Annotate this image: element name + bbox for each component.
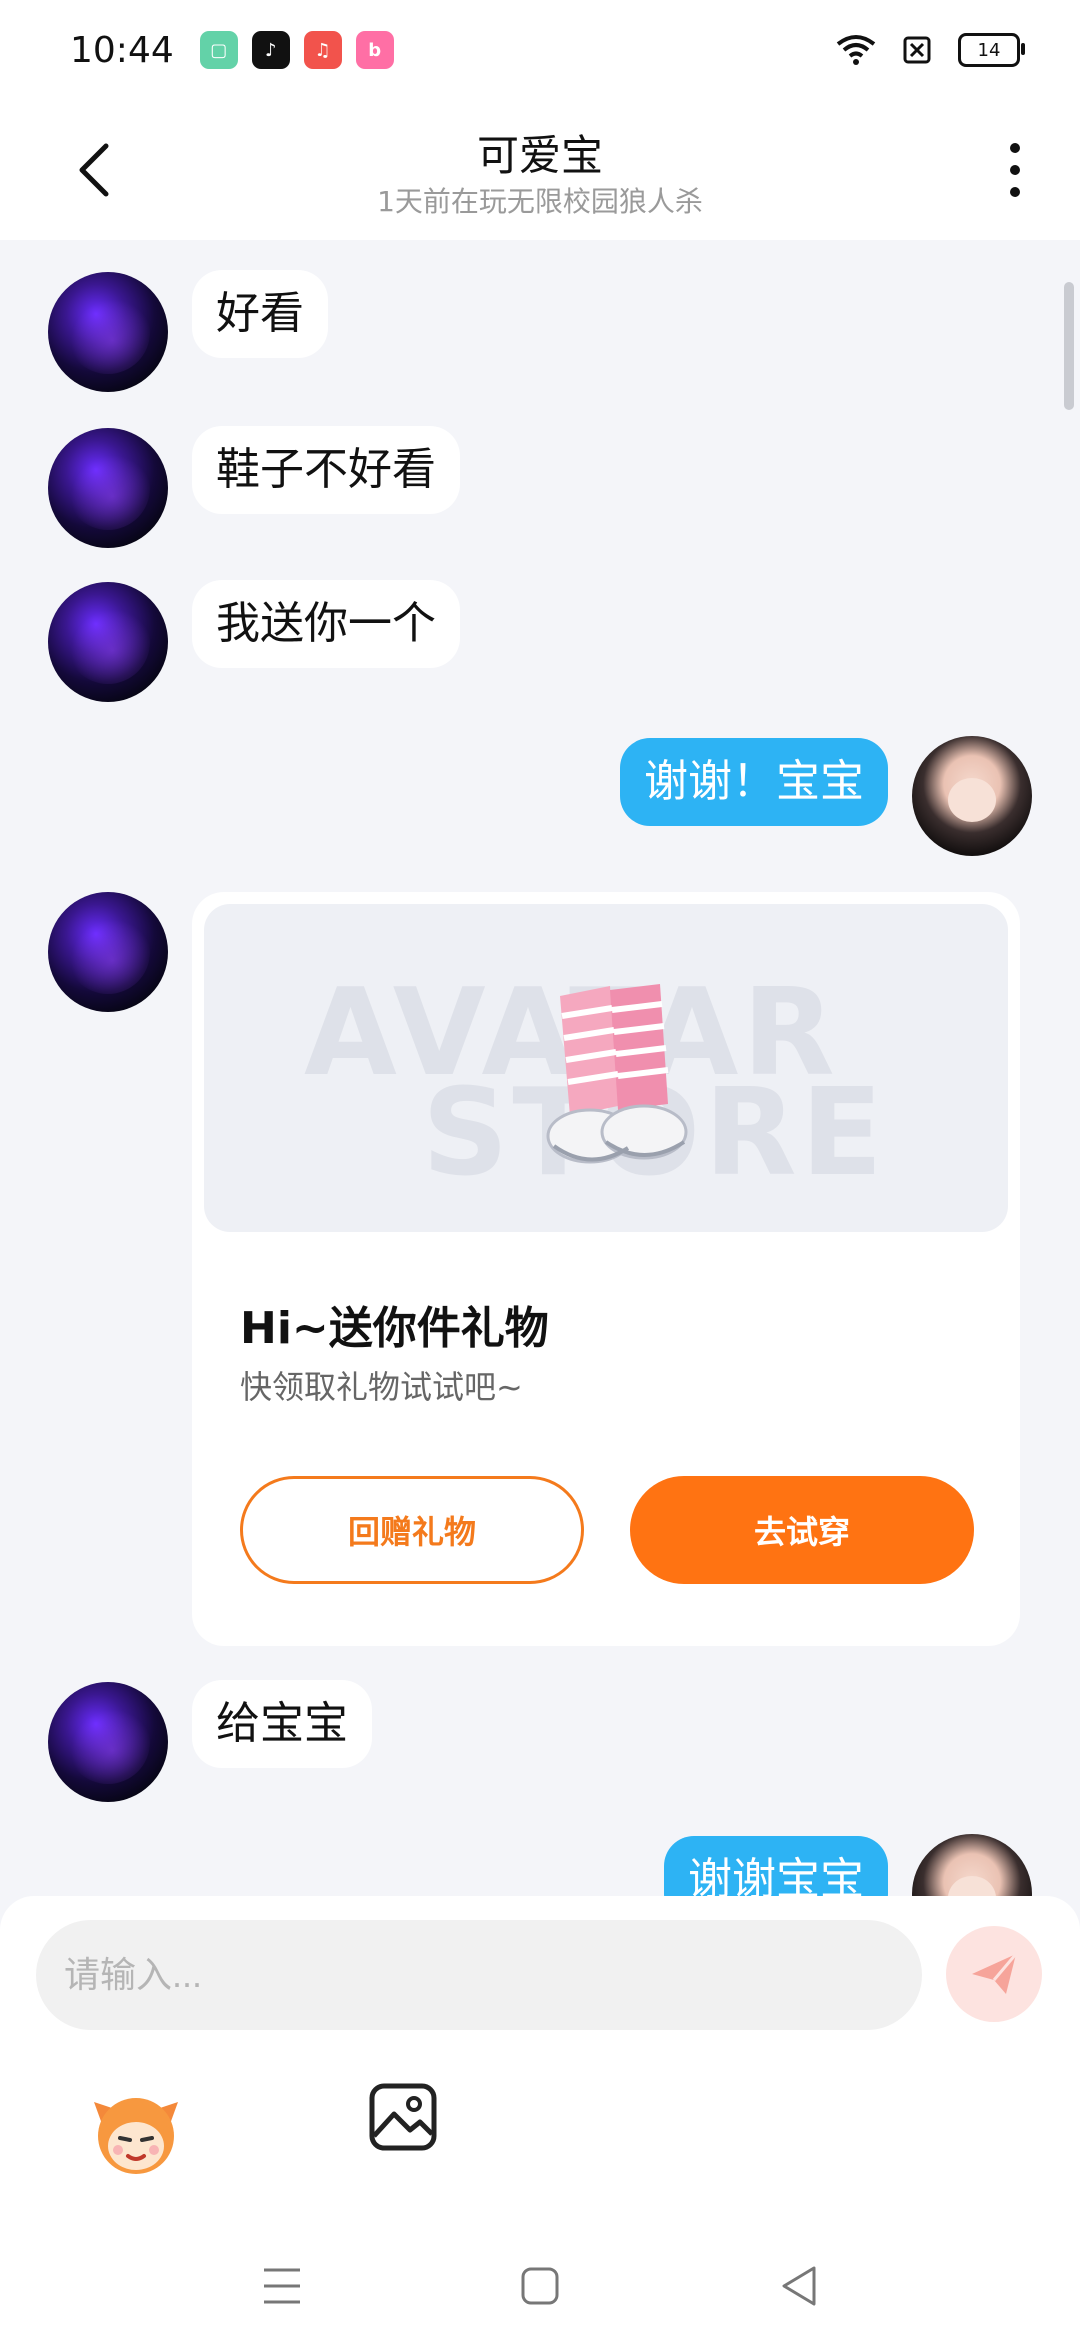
message-bubble-sent[interactable]: 谢谢宝宝 — [664, 1836, 888, 1900]
gift-description: 快领取礼物试试吧~ — [240, 1368, 523, 1406]
message-bubble-received[interactable]: 鞋子不好看 — [192, 426, 460, 514]
send-button[interactable] — [946, 1926, 1042, 2022]
message-list[interactable]: 好看 鞋子不好看 我送你一个 谢谢！宝宝 AVATAR STORE Hi~送你件… — [0, 240, 1080, 1900]
status-app-icons: ▢ ♪ ♫ b — [199, 31, 394, 69]
gift-title: Hi~送你件礼物 — [240, 1303, 549, 1354]
wifi-icon — [836, 35, 876, 65]
pink-boots-image — [546, 984, 688, 1164]
gift-banner: AVATAR STORE — [204, 904, 1008, 1232]
back-nav-button[interactable] — [768, 2256, 828, 2316]
mascot-emoji-icon — [94, 2098, 178, 2174]
bilibili-icon: b — [355, 31, 394, 69]
message-bubble-received[interactable]: 我送你一个 — [192, 580, 460, 668]
recents-button[interactable] — [252, 2256, 312, 2316]
more-vertical-icon — [1010, 143, 1020, 197]
try-on-button[interactable]: 去试穿 — [630, 1476, 974, 1584]
send-icon — [972, 1953, 1018, 1994]
return-gift-button[interactable]: 回赠礼物 — [240, 1476, 584, 1584]
battery-icon: 14 — [958, 33, 1025, 67]
status-bar: 10:44 ▢ ♪ ♫ b 14 — [0, 0, 1080, 100]
image-icon — [369, 2083, 437, 2151]
system-nav-bar — [0, 2230, 1080, 2340]
scrollbar[interactable] — [1064, 282, 1074, 410]
friend-avatar[interactable] — [48, 272, 168, 392]
sticker-button[interactable] — [88, 2084, 184, 2180]
friend-avatar[interactable] — [48, 892, 168, 1012]
chat-header: 可爱宝 1天前在玩无限校园狼人杀 — [0, 100, 1080, 240]
triangle-back-icon — [782, 2266, 816, 2306]
battery-level: 14 — [977, 39, 1001, 61]
green-app-icon: ▢ — [199, 31, 238, 69]
my-avatar[interactable] — [912, 736, 1032, 856]
music-app-icon: ♫ — [303, 31, 342, 69]
contact-status: 1天前在玩无限校园狼人杀 — [377, 185, 703, 218]
no-sim-icon — [903, 36, 931, 64]
status-indicators: 14 — [836, 33, 1025, 67]
more-options-button[interactable] — [990, 130, 1040, 210]
status-time: 10:44 — [70, 29, 174, 71]
message-bubble-received[interactable]: 好看 — [192, 270, 328, 358]
contact-name: 可爱宝 — [476, 131, 603, 180]
home-button[interactable] — [510, 2256, 570, 2316]
message-input[interactable] — [36, 1920, 922, 2030]
tiktok-icon: ♪ — [251, 31, 290, 69]
menu-lines-icon — [264, 2268, 300, 2304]
gift-card[interactable]: AVATAR STORE Hi~送你件礼物 快领取礼物试试吧~ 回赠礼物 去试穿 — [192, 892, 1020, 1646]
friend-avatar[interactable] — [48, 1682, 168, 1802]
square-icon — [521, 2267, 559, 2305]
image-picker-button[interactable] — [368, 2082, 438, 2152]
friend-avatar[interactable] — [48, 582, 168, 702]
message-bubble-sent[interactable]: 谢谢！宝宝 — [620, 738, 888, 826]
message-bubble-received[interactable]: 给宝宝 — [192, 1680, 372, 1768]
friend-avatar[interactable] — [48, 428, 168, 548]
my-avatar[interactable] — [912, 1834, 1032, 1900]
